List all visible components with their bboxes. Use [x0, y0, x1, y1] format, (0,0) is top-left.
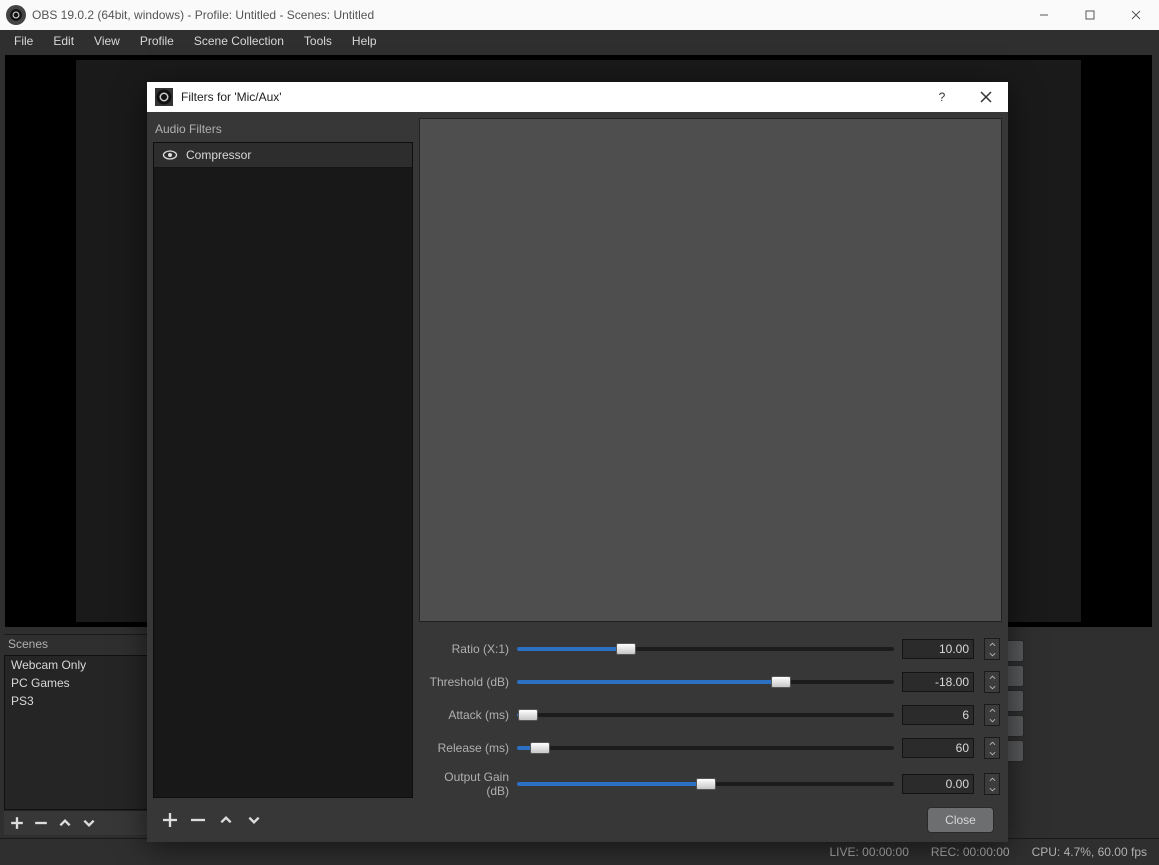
param-label: Output Gain (dB): [421, 770, 509, 798]
window-maximize-button[interactable]: [1067, 0, 1113, 30]
status-rec: REC: 00:00:00: [931, 845, 1010, 859]
window-close-button[interactable]: [1113, 0, 1159, 30]
param-row: Ratio (X:1) 10.00: [421, 638, 1000, 660]
param-label: Threshold (dB): [421, 675, 509, 689]
param-label: Attack (ms): [421, 708, 509, 722]
param-value-input[interactable]: -18.00: [902, 672, 974, 692]
obs-logo-icon: [155, 88, 173, 106]
window-title: OBS 19.0.2 (64bit, windows) - Profile: U…: [32, 8, 374, 22]
param-row: Release (ms) 60: [421, 737, 1000, 759]
param-value-input[interactable]: 0.00: [902, 774, 974, 794]
spinner-down-icon[interactable]: [985, 784, 999, 794]
dialog-help-button[interactable]: ?: [920, 82, 964, 112]
param-value-input[interactable]: 60: [902, 738, 974, 758]
filter-item-label: Compressor: [186, 148, 251, 162]
window-titlebar: OBS 19.0.2 (64bit, windows) - Profile: U…: [0, 0, 1159, 30]
filters-dialog: Filters for 'Mic/Aux' ? Audio Filters: [147, 82, 1008, 842]
status-cpu: CPU: 4.7%, 60.00 fps: [1032, 845, 1147, 859]
remove-icon[interactable]: [34, 816, 48, 830]
param-spinner[interactable]: [984, 704, 1000, 726]
obs-logo-icon: [6, 5, 26, 25]
param-label: Ratio (X:1): [421, 642, 509, 656]
spinner-up-icon[interactable]: [985, 705, 999, 715]
status-live: LIVE: 00:00:00: [829, 845, 908, 859]
param-slider[interactable]: [517, 641, 894, 657]
window-minimize-button[interactable]: [1021, 0, 1067, 30]
menu-edit[interactable]: Edit: [43, 31, 84, 51]
dialog-title: Filters for 'Mic/Aux': [181, 90, 282, 104]
param-slider[interactable]: [517, 674, 894, 690]
param-row: Threshold (dB) -18.00: [421, 671, 1000, 693]
move-down-icon[interactable]: [82, 816, 96, 830]
param-value-input[interactable]: 10.00: [902, 639, 974, 659]
spinner-down-icon[interactable]: [985, 682, 999, 692]
move-up-icon[interactable]: [58, 816, 72, 830]
menu-scene-collection[interactable]: Scene Collection: [184, 31, 294, 51]
param-slider[interactable]: [517, 740, 894, 756]
spinner-down-icon[interactable]: [985, 748, 999, 758]
spinner-up-icon[interactable]: [985, 672, 999, 682]
audio-filters-label: Audio Filters: [153, 118, 413, 142]
param-spinner[interactable]: [984, 773, 1000, 795]
filter-settings-panel: Ratio (X:1) 10.00 Threshold (dB) -18.00 Atta…: [419, 118, 1002, 798]
menu-tools[interactable]: Tools: [294, 31, 342, 51]
spinner-down-icon[interactable]: [985, 649, 999, 659]
filter-item-compressor[interactable]: Compressor: [154, 143, 412, 168]
menu-view[interactable]: View: [84, 31, 130, 51]
param-spinner[interactable]: [984, 737, 1000, 759]
dialog-close-icon[interactable]: [964, 82, 1008, 112]
menubar: File Edit View Profile Scene Collection …: [0, 30, 1159, 52]
param-row: Attack (ms) 6: [421, 704, 1000, 726]
visibility-icon[interactable]: [162, 147, 178, 163]
menu-file[interactable]: File: [4, 31, 43, 51]
param-slider[interactable]: [517, 707, 894, 723]
add-icon[interactable]: [10, 816, 24, 830]
spinner-up-icon[interactable]: [985, 774, 999, 784]
add-icon[interactable]: [163, 813, 177, 827]
param-value-input[interactable]: 6: [902, 705, 974, 725]
param-slider[interactable]: [517, 776, 894, 792]
filters-list-panel: Audio Filters Compressor: [153, 118, 413, 798]
menu-help[interactable]: Help: [342, 31, 387, 51]
spinner-up-icon[interactable]: [985, 639, 999, 649]
param-label: Release (ms): [421, 741, 509, 755]
dialog-close-button[interactable]: Close: [927, 807, 994, 833]
remove-icon[interactable]: [191, 813, 205, 827]
param-spinner[interactable]: [984, 638, 1000, 660]
menu-profile[interactable]: Profile: [130, 31, 184, 51]
filters-list[interactable]: Compressor: [153, 142, 413, 798]
spinner-down-icon[interactable]: [985, 715, 999, 725]
param-row: Output Gain (dB) 0.00: [421, 770, 1000, 798]
status-bar: LIVE: 00:00:00 REC: 00:00:00 CPU: 4.7%, …: [0, 838, 1159, 865]
dialog-titlebar: Filters for 'Mic/Aux' ?: [147, 82, 1008, 112]
move-up-icon[interactable]: [219, 813, 233, 827]
move-down-icon[interactable]: [247, 813, 261, 827]
param-spinner[interactable]: [984, 671, 1000, 693]
filter-preview: [419, 118, 1002, 622]
spinner-up-icon[interactable]: [985, 738, 999, 748]
